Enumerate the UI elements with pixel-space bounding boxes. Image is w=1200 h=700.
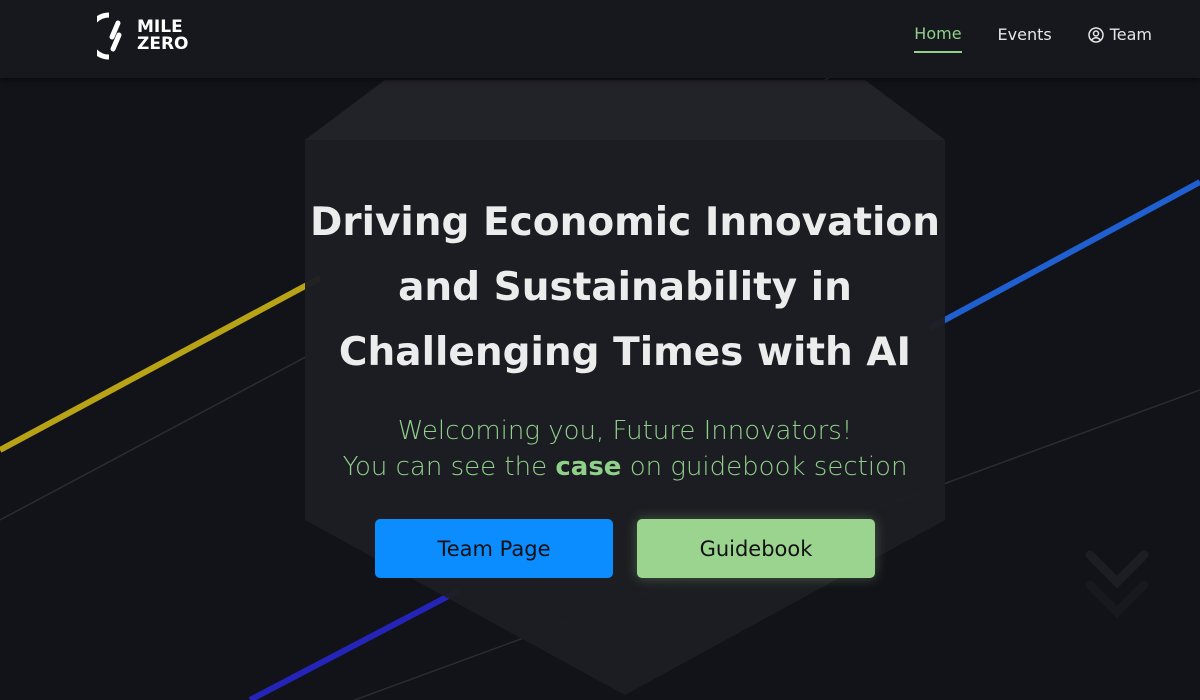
nav-home[interactable]: Home [914, 24, 962, 53]
hero-subtitle: Welcoming you, Future Innovators! You ca… [225, 413, 1025, 485]
hero-title-line: Driving Economic Innovation [310, 200, 940, 245]
logo-mark-icon [97, 12, 122, 60]
nav-home-label: Home [914, 24, 962, 43]
subtitle-case-highlight: case [555, 452, 622, 482]
subtitle-text: on guidebook section [621, 452, 908, 482]
guidebook-button[interactable]: Guidebook [637, 519, 875, 578]
user-circle-icon [1087, 26, 1104, 43]
hero-title-line: Challenging Times with AI [338, 330, 912, 375]
top-navbar: MILE ZERO Home Events Team [0, 0, 1200, 78]
team-page-button[interactable]: Team Page [375, 519, 613, 578]
mile-zero-logo[interactable]: MILE ZERO [97, 11, 188, 61]
indigo-line [248, 587, 462, 700]
hero-title-line: and Sustainability in [398, 265, 852, 310]
subtitle-case-line: You can see the case on guidebook sectio… [225, 449, 1025, 485]
scroll-down-icon [1085, 550, 1149, 619]
nav-team[interactable]: Team [1087, 24, 1152, 53]
main-nav: Home Events Team [914, 24, 1152, 53]
nav-team-label: Team [1109, 25, 1152, 44]
hero-title: Driving Economic Innovation and Sustaina… [225, 190, 1025, 385]
hexagon-panel [305, 80, 945, 695]
subtitle-text: You can see the [342, 452, 556, 482]
logo-text-zero: ZERO [137, 34, 189, 54]
nav-events-label: Events [997, 25, 1052, 44]
nav-events[interactable]: Events [998, 24, 1052, 53]
subtitle-welcome: Welcoming you, Future Innovators! [397, 416, 853, 446]
